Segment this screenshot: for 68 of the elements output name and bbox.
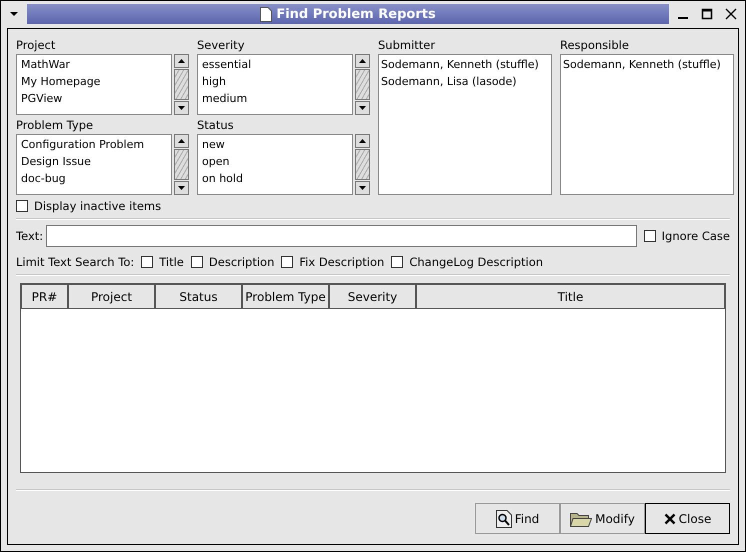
list-box[interactable]: essential high medium <box>197 54 353 115</box>
down-arrow-icon <box>359 106 366 110</box>
list-item[interactable]: My Homepage <box>21 73 167 90</box>
up-arrow-icon <box>178 139 185 143</box>
down-arrow-icon <box>359 186 366 190</box>
list-box[interactable]: new open on hold <box>197 134 353 195</box>
checkbox-label: Description <box>208 255 274 269</box>
column-header[interactable]: Project <box>68 284 155 309</box>
list-label: Project <box>16 37 56 53</box>
list-item[interactable]: new <box>202 136 348 153</box>
list-item[interactable]: Sodemann, Lisa (lasode) <box>381 73 549 90</box>
checkbox[interactable] <box>281 256 294 268</box>
close-button[interactable]: Close <box>645 503 730 534</box>
checkbox[interactable] <box>141 256 154 268</box>
checkbox-label: Ignore Case <box>662 229 730 243</box>
checkbox[interactable] <box>16 200 28 212</box>
scrollbar[interactable] <box>355 54 370 115</box>
down-arrow-icon <box>178 106 185 110</box>
up-arrow-icon <box>359 139 366 143</box>
document-icon <box>260 6 272 22</box>
checkbox-label: Title <box>159 255 184 269</box>
list-item[interactable]: medium <box>202 90 348 107</box>
list-item[interactable]: Sodemann, Kenneth (stuffle) <box>563 56 731 73</box>
list-label: Status <box>197 117 235 133</box>
up-arrow-icon <box>359 59 366 63</box>
list-label: Severity <box>197 37 246 53</box>
up-arrow-icon <box>178 59 185 63</box>
modify-button[interactable]: Modify <box>560 503 645 534</box>
list-box[interactable]: MathWar My Homepage PGView <box>16 54 172 115</box>
list-item[interactable]: Sodemann, Kenneth (stuffle) <box>381 56 549 73</box>
find-button[interactable]: Find <box>475 503 560 534</box>
list-item[interactable]: PGView <box>21 90 167 107</box>
list-item[interactable]: doc-bug <box>21 170 167 187</box>
column-header[interactable]: Severity <box>329 284 416 309</box>
column-header[interactable]: Status <box>155 284 242 309</box>
list-item[interactable]: essential <box>202 56 348 73</box>
list-label: Problem Type <box>16 117 94 133</box>
folder-icon <box>570 510 592 526</box>
list-item[interactable]: Design Issue <box>21 153 167 170</box>
column-header[interactable]: Title <box>416 284 725 309</box>
list-label: Responsible <box>560 37 630 53</box>
limit-label: Limit Text Search To: <box>16 255 134 269</box>
list-item[interactable]: on hold <box>202 170 348 187</box>
scrollbar[interactable] <box>174 54 189 115</box>
down-arrow-icon <box>178 186 185 190</box>
list-box[interactable]: Configuration Problem Design Issue doc-bug <box>16 134 172 195</box>
checkbox-label: ChangeLog Description <box>409 255 544 269</box>
scrollbar[interactable] <box>355 134 370 195</box>
x-icon <box>664 512 676 524</box>
list-box[interactable]: Sodemann, Kenneth (stuffle) Sodemann, Lisa (lasode) <box>378 54 552 195</box>
column-header[interactable]: Problem Type <box>242 284 329 309</box>
list-item[interactable]: high <box>202 73 348 90</box>
checkbox-label: Fix Description <box>299 255 384 269</box>
window-title: Find Problem Reports <box>276 6 436 22</box>
magnifier-icon <box>496 510 512 528</box>
scrollbar[interactable] <box>174 134 189 195</box>
list-box[interactable]: Sodemann, Kenneth (stuffle) <box>560 54 734 195</box>
checkbox[interactable] <box>391 256 404 268</box>
list-item[interactable]: Configuration Problem <box>21 136 167 153</box>
list-item[interactable]: open <box>202 153 348 170</box>
text-label: Text: <box>16 229 44 243</box>
checkbox[interactable] <box>644 230 656 242</box>
column-header[interactable]: PR# <box>21 284 68 309</box>
checkbox[interactable] <box>190 256 203 268</box>
text-input-field[interactable] <box>46 225 637 247</box>
checkbox-label: Display inactive items <box>34 199 162 213</box>
list-label: Submitter <box>378 37 436 53</box>
list-item[interactable]: MathWar <box>21 56 167 73</box>
